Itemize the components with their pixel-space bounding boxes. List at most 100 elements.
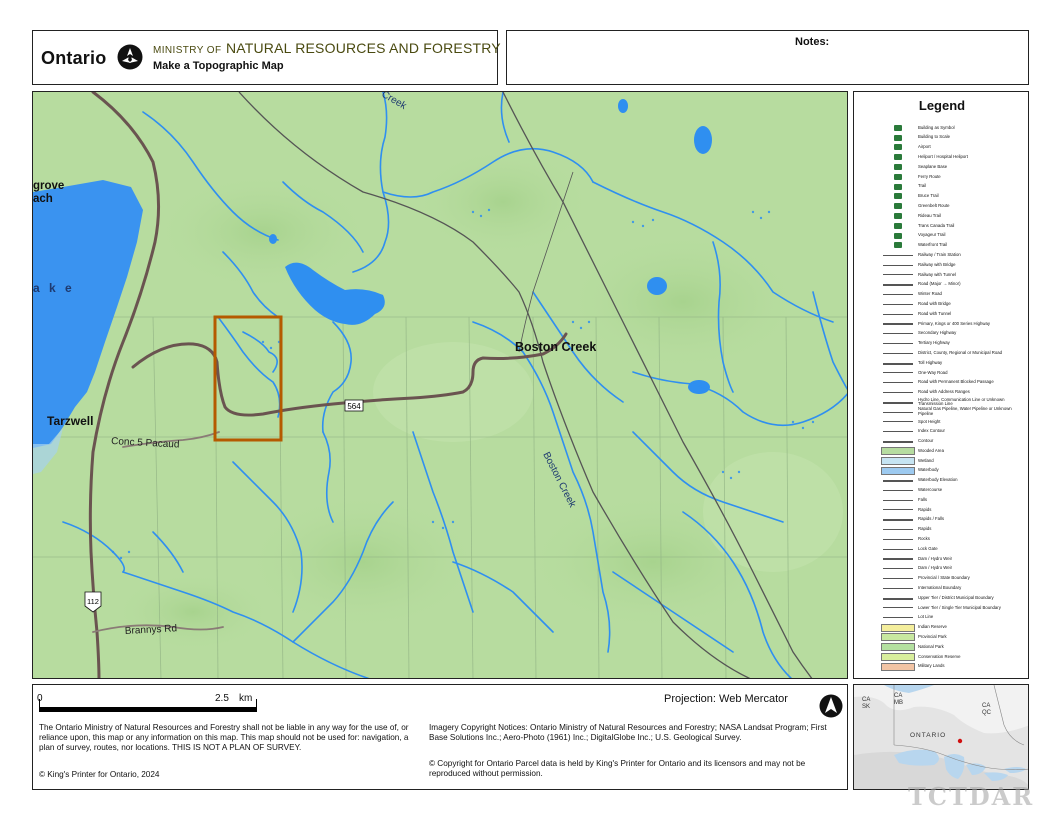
legend-item-label: Tertiary Highway [918, 340, 950, 346]
disclaimer-text: The Ontario Ministry of Natural Resource… [39, 723, 409, 752]
legend-item: Secondary Highway [881, 329, 1027, 339]
trail-icon [881, 183, 915, 191]
legend-item-label: Building to Scale [918, 134, 951, 140]
location-marker-icon [957, 738, 963, 744]
waterbody-icon [881, 466, 915, 475]
airport-icon [881, 143, 915, 151]
winter-road-icon [881, 290, 915, 298]
legend-item: Road with Permanent Blocked Passage [881, 378, 1027, 388]
legend-item-label: Conservation Reserve [918, 653, 961, 659]
map-canvas[interactable]: 564 112 Boston Creek Tarzwell grove ach … [33, 92, 848, 679]
legend-item: Road with Bridge [881, 299, 1027, 309]
blocked-road-icon [881, 379, 915, 387]
pond-waterbody [694, 126, 712, 154]
notes-box[interactable]: Notes: [506, 30, 1029, 85]
legend-item: Heliport / Hospital Heliport [881, 152, 1027, 162]
rapids-falls-icon [881, 516, 915, 524]
prov-boundary-icon [881, 575, 915, 583]
legend-item-label: Dam / Hydro Weir [918, 555, 953, 561]
trillium-logo-icon [117, 44, 143, 70]
bruce-trail-icon [881, 192, 915, 200]
legend-item-label: Road (Major → Minor) [918, 281, 961, 287]
legend-item: One-Way Road [881, 368, 1027, 378]
legend-item: Wooded Area [881, 446, 1027, 456]
legend-item: Building to Scale [881, 133, 1027, 143]
hwy-564-shield: 564 [344, 399, 364, 412]
dam2-icon [881, 565, 915, 573]
legend-item: Lot Line [881, 613, 1027, 623]
legend-item-label: Lock Gate [918, 545, 938, 551]
legend-item-label: Provincial Park [918, 634, 947, 640]
legend-item: Indian Reserve [881, 623, 1027, 633]
legend-item-label: International Boundary [918, 585, 962, 591]
legend-item: Wetland [881, 456, 1027, 466]
svg-text:564: 564 [347, 402, 361, 411]
district-road-icon [881, 349, 915, 357]
legend-item: Lower Tier / Single Tier Municipal Bound… [881, 603, 1027, 613]
legend-item-label: Natural Gas Pipeline, Water Pipeline or … [918, 406, 1012, 416]
legend-item-label: Dam / Hydro Weir [918, 565, 953, 571]
legend-item: Primary, Kings or 400 Series Highway [881, 319, 1027, 329]
road-icon [881, 281, 915, 289]
legend-item-label: Toll Highway [918, 359, 943, 365]
legend-item-label: Road with Address Ranges [918, 389, 970, 395]
ontario-wordmark: Ontario [41, 48, 107, 68]
secondary-hwy-icon [881, 330, 915, 338]
legend-item: Railway with Bridge [881, 260, 1027, 270]
prov-park-icon [881, 633, 915, 642]
legend-item: Trans Canada Trail [881, 221, 1027, 231]
legend-item-label: Rapids [918, 526, 932, 532]
legend-item-label: Bruce Trail [918, 193, 939, 199]
legend-item: Railway with Tunnel [881, 270, 1027, 280]
legend-item: International Boundary [881, 583, 1027, 593]
legend-item-label: Greenbelt Route [918, 202, 950, 208]
legend-item: Building as Symbol [881, 123, 1027, 133]
legend-item: Conservation Reserve [881, 652, 1027, 662]
legend-item: Index Contour [881, 427, 1027, 437]
rail-tunnel-icon [881, 271, 915, 279]
legend-item-label: Spot Height [918, 418, 941, 424]
footer-panel: 0 2.5 km Projection: Web Mercator The On… [32, 684, 848, 790]
primary-hwy-icon [881, 320, 915, 328]
pipeline-icon [881, 408, 915, 416]
building-icon [881, 124, 915, 132]
wooded-icon [881, 447, 915, 456]
legend-item: National Park [881, 642, 1027, 652]
legend-item-label: Hydro Line, Communication Line or Unknow… [918, 396, 1005, 407]
legend-item-label: Seaplane Base [918, 163, 948, 169]
toll-hwy-icon [881, 359, 915, 367]
water-elev-icon [881, 477, 915, 485]
legend-item: Waterfront Trail [881, 241, 1027, 251]
topographic-map[interactable]: 564 112 Boston Creek Tarzwell grove ach … [32, 91, 848, 679]
legend-item: Contour [881, 437, 1027, 447]
locator-inset-map: CA SK CA MB CA QC ONTARIO [853, 684, 1029, 790]
legend-item-label: Railway with Bridge [918, 261, 956, 267]
legend-item: Rapids [881, 525, 1027, 535]
legend-item: Military Lands [881, 662, 1027, 672]
label-boston-creek: Boston Creek [515, 340, 596, 354]
svg-text:112: 112 [87, 597, 99, 606]
legend-item-label: Rapids [918, 506, 932, 512]
legend-item: Seaplane Base [881, 162, 1027, 172]
legend-item-label: Railway / Train Station [918, 251, 961, 257]
nat-park-icon [881, 643, 915, 652]
svg-text:CASK: CA SK [862, 697, 870, 710]
legend-item: Upper Tier / District Municipal Boundary [881, 593, 1027, 603]
upper-tier-icon [881, 594, 915, 602]
legend-item: Road with Address Ranges [881, 388, 1027, 398]
tertiary-hwy-icon [881, 339, 915, 347]
scale-unit-label: km [239, 693, 253, 704]
rocks-icon [881, 535, 915, 543]
spot-height-icon [881, 418, 915, 426]
legend-item-label: Provincial / State Boundary [918, 575, 970, 581]
legend-item-label: Lower Tier / Single Tier Municipal Bound… [918, 604, 1001, 610]
legend-item-label: Road with Tunnel [918, 310, 952, 316]
ministry-name: MINISTRY OF NATURAL RESOURCES AND FOREST… [153, 40, 501, 56]
legend-item: Airport [881, 143, 1027, 153]
railway-icon [881, 251, 915, 259]
legend-item-label: National Park [918, 643, 944, 649]
legend-item: Dam / Hydro Weir [881, 554, 1027, 564]
legend-item-label: Index Contour [918, 428, 945, 434]
legend-panel: Legend Building as Symbol Building to Sca… [853, 91, 1029, 679]
legend-item: Road (Major → Minor) [881, 280, 1027, 290]
